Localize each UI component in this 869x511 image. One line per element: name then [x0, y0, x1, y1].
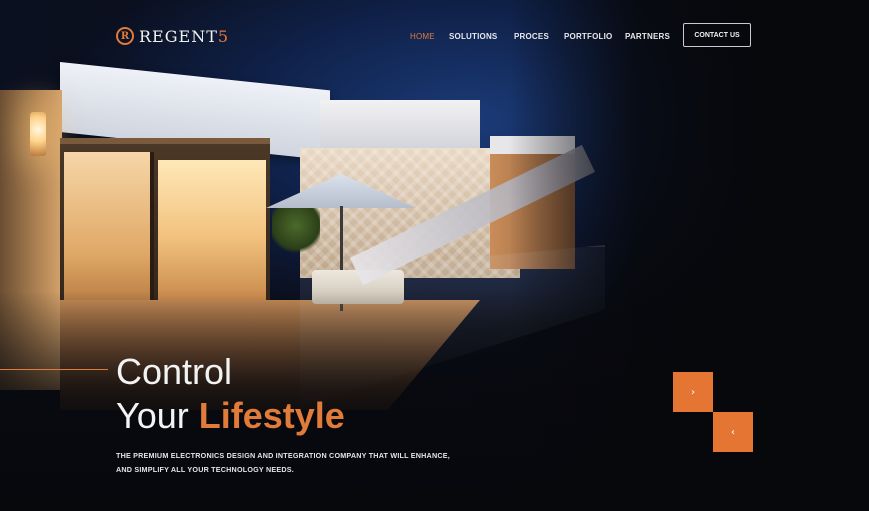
- potted-tree: [272, 200, 320, 256]
- headline-line-1: Control: [116, 351, 233, 392]
- lit-kitchen: [158, 160, 266, 300]
- contact-us-button[interactable]: CONTACT US: [683, 23, 751, 47]
- nav-item-partners[interactable]: PARTNERS: [625, 32, 670, 41]
- logo-mark-icon: R: [116, 27, 134, 45]
- nav-item-solutions[interactable]: SOLUTIONS: [449, 32, 497, 41]
- brand-name-suffix: 5: [217, 26, 230, 46]
- slider-prev-button[interactable]: ‹: [713, 412, 753, 452]
- wall-lamp: [30, 112, 46, 156]
- nav-item-home[interactable]: HOME: [410, 32, 435, 41]
- nav-item-portfolio[interactable]: PORTFOLIO: [564, 32, 612, 41]
- chevron-right-icon: ›: [691, 386, 695, 398]
- slider-next-button[interactable]: ›: [673, 372, 713, 412]
- headline-accent: Lifestyle: [198, 395, 345, 436]
- upper-structure: [320, 100, 480, 155]
- accent-line: [0, 369, 108, 370]
- hero-subtext: THE PREMIUM ELECTRONICS DESIGN AND INTEG…: [116, 449, 536, 477]
- hero-headline: Control Your Lifestyle: [116, 350, 345, 438]
- brand-name-main: REGENT: [139, 26, 218, 46]
- subtext-line-1: THE PREMIUM ELECTRONICS DESIGN AND INTEG…: [116, 451, 450, 460]
- nav-item-proces[interactable]: PROCES: [514, 32, 549, 41]
- headline-line-2: Your Lifestyle: [116, 394, 345, 438]
- brand-name: REGENT5: [139, 27, 229, 46]
- subtext-line-2: AND SIMPLIFY ALL YOUR TECHNOLOGY NEEDS.: [116, 465, 294, 474]
- brand-logo[interactable]: R REGENT5: [116, 24, 229, 48]
- chevron-left-icon: ‹: [731, 426, 735, 438]
- headline-prefix: Your: [116, 395, 189, 436]
